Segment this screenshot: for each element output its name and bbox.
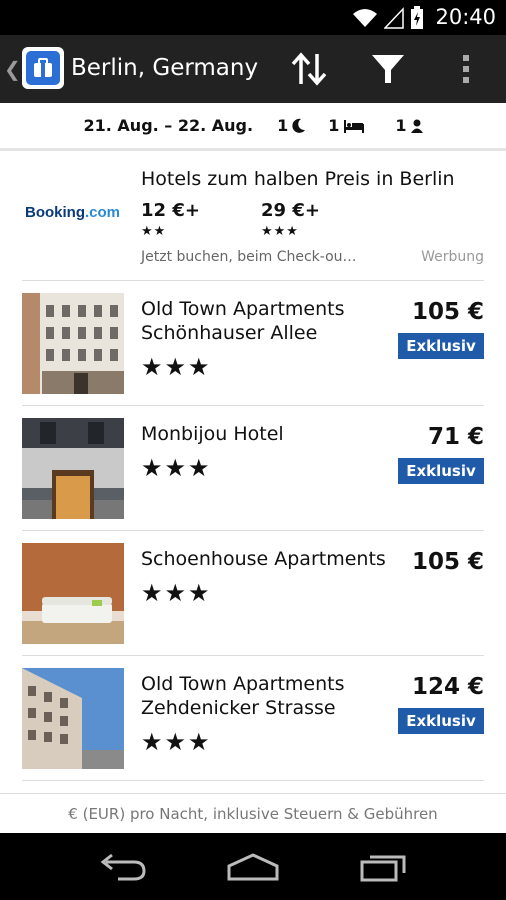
- ad-stars-1: ★★: [141, 224, 167, 239]
- ad-booking[interactable]: Booking.com Hotels zum halben Preis in B…: [22, 154, 484, 281]
- guests-count: 1: [395, 116, 423, 135]
- search-summary-bar[interactable]: 21. Aug. – 22. Aug. 1 1 1: [0, 103, 506, 151]
- hotel-photo: [22, 668, 124, 769]
- hotel-list[interactable]: Booking.com Hotels zum halben Preis in B…: [0, 154, 506, 781]
- hotel-photo: [22, 543, 124, 644]
- rooms-count: 1: [328, 116, 365, 135]
- app-logo-icon[interactable]: [22, 47, 64, 89]
- action-bar: ❮ Berlin, Germany: [0, 35, 506, 103]
- nights-value: 1: [277, 116, 289, 135]
- hotel-photo: [22, 293, 124, 394]
- filter-icon: [372, 55, 404, 83]
- status-bar: 20:40: [0, 0, 506, 35]
- exclusive-badge: Exklusiv: [398, 708, 484, 734]
- hotel-item[interactable]: Schoenhouse Apartments ★★★ 105 €: [22, 531, 484, 656]
- wifi-icon: [353, 9, 377, 27]
- ad-label: Werbung: [421, 249, 484, 265]
- ad-stars-2: ★★★: [261, 224, 299, 239]
- person-icon: [410, 119, 423, 133]
- hotel-photo: [22, 418, 124, 519]
- hotel-name: Old Town Apartments Schönhauser Allee: [141, 298, 345, 344]
- hotel-stars: ★★★: [141, 579, 212, 607]
- hotel-price: 105 €: [411, 299, 484, 325]
- ad-subtext: Jetzt buchen, beim Check-ou…: [141, 249, 357, 265]
- ad-price-2: 29 €+: [261, 200, 320, 221]
- hotel-stars: ★★★: [141, 728, 212, 756]
- hotel-stars: ★★★: [141, 454, 212, 482]
- price-disclaimer: € (EUR) pro Nacht, inklusive Steuern & G…: [0, 793, 506, 833]
- ad-headline: Hotels zum halben Preis in Berlin: [141, 168, 455, 190]
- moon-icon: [292, 118, 306, 133]
- bed-icon: [344, 119, 365, 133]
- exclusive-badge: Exklusiv: [398, 333, 484, 359]
- date-range: 21. Aug. – 22. Aug.: [83, 116, 254, 135]
- battery-icon: [411, 6, 423, 29]
- booking-logo: Booking.com: [25, 204, 121, 221]
- hotel-name: Old Town Apartments Zehdenicker Strasse: [141, 673, 345, 719]
- nights-count: 1: [277, 116, 306, 135]
- page-title: Berlin, Germany: [71, 55, 259, 81]
- status-icons: [352, 6, 424, 30]
- hotel-price: 124 €: [411, 674, 484, 700]
- home-icon[interactable]: [225, 852, 281, 882]
- rooms-value: 1: [328, 116, 340, 135]
- guests-value: 1: [395, 116, 407, 135]
- filter-button[interactable]: [368, 51, 408, 87]
- hotel-price: 105 €: [411, 549, 484, 575]
- ad-price-1: 12 €+: [141, 200, 200, 221]
- back-icon[interactable]: [98, 852, 148, 882]
- hotel-stars: ★★★: [141, 353, 212, 381]
- hotel-name: Schoenhouse Apartments: [141, 548, 386, 570]
- sort-icon: [291, 52, 327, 86]
- hotel-price: 71 €: [427, 424, 484, 450]
- system-nav-bar: [0, 833, 506, 900]
- recents-icon[interactable]: [358, 852, 408, 882]
- back-chevron-icon[interactable]: ❮: [4, 57, 21, 81]
- signal-icon: [384, 7, 404, 29]
- hotel-name: Monbijou Hotel: [141, 423, 284, 445]
- sort-button[interactable]: [289, 51, 329, 87]
- more-vert-icon: [463, 55, 469, 83]
- hotel-item[interactable]: Old Town Apartments Zehdenicker Strasse …: [22, 656, 484, 781]
- status-time: 20:40: [435, 5, 496, 29]
- overflow-menu-button[interactable]: [446, 51, 486, 87]
- hotel-item[interactable]: Monbijou Hotel ★★★ 71 € Exklusiv: [22, 406, 484, 531]
- exclusive-badge: Exklusiv: [398, 458, 484, 484]
- hotel-item[interactable]: Old Town Apartments Schönhauser Allee ★★…: [22, 281, 484, 406]
